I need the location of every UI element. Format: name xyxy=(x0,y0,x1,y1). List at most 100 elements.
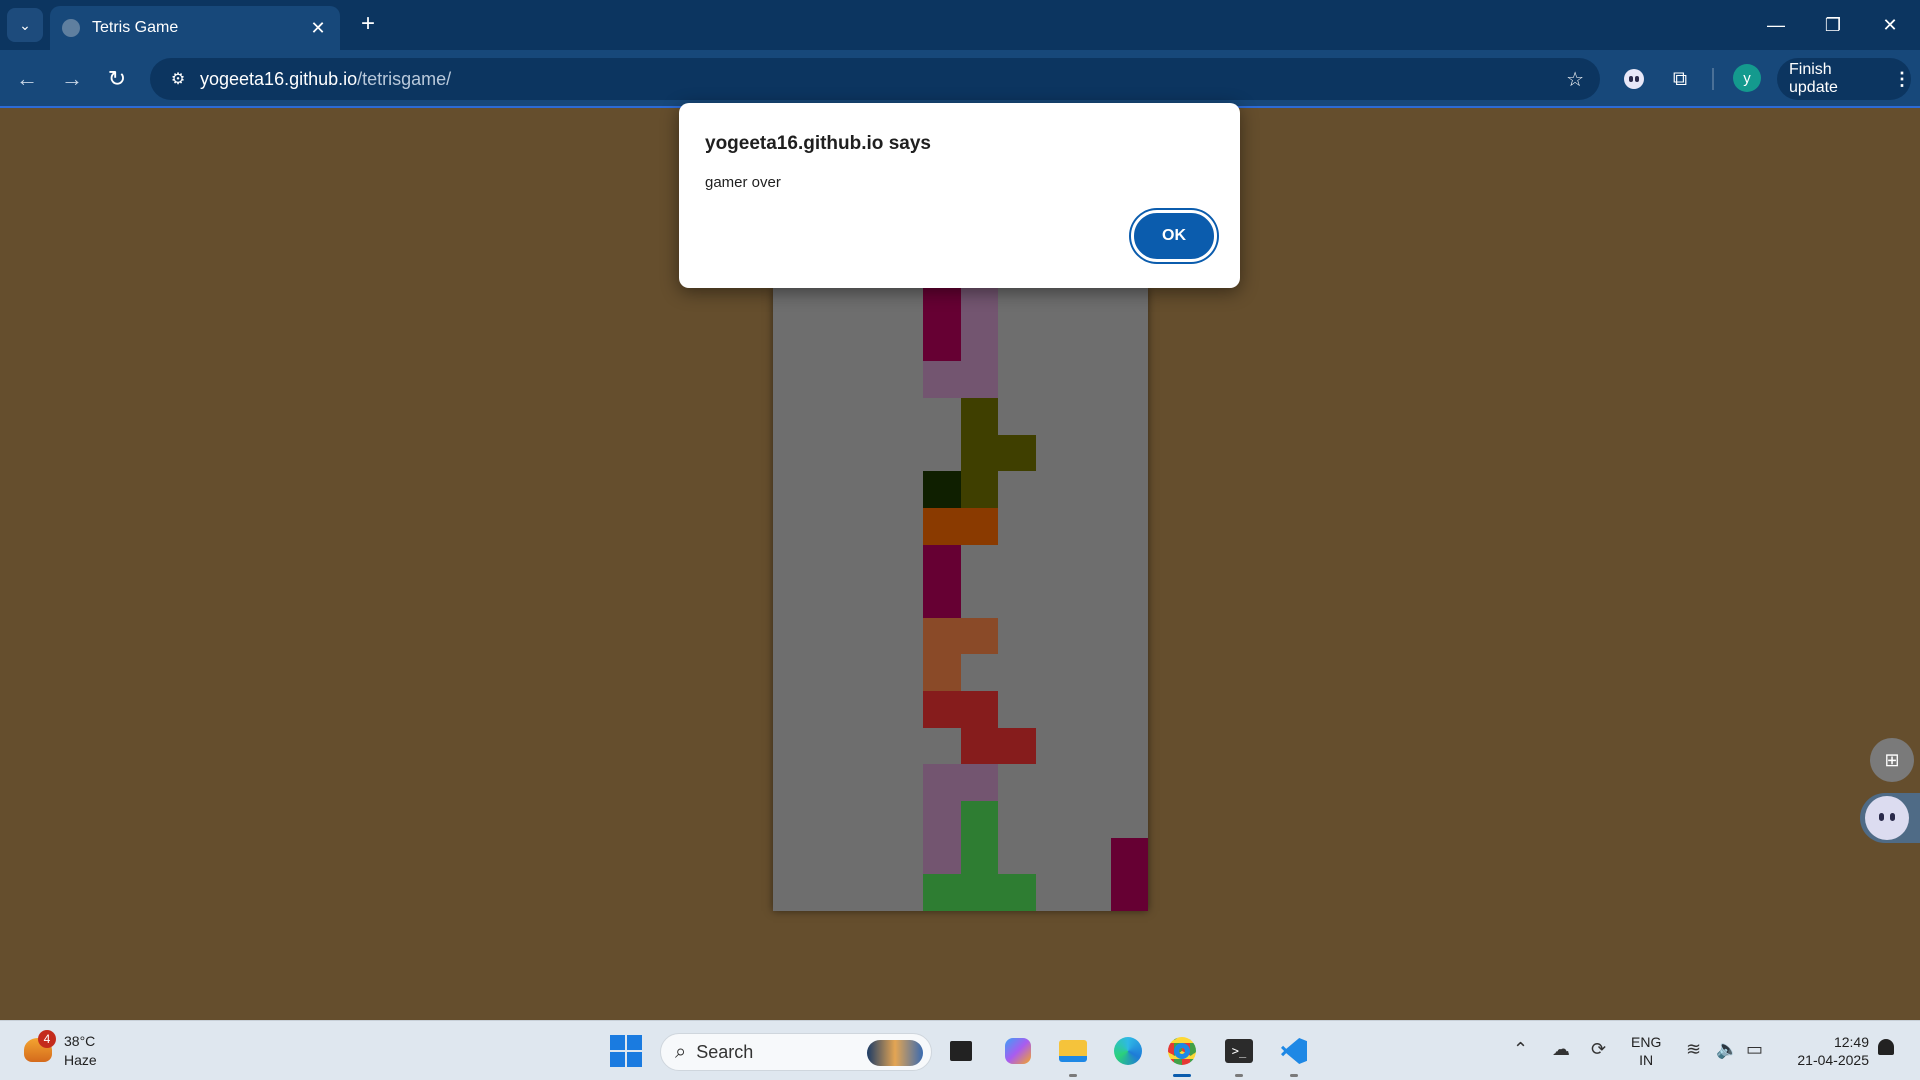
tetris-block xyxy=(960,288,998,325)
tetris-block xyxy=(923,874,961,911)
ok-button[interactable]: OK xyxy=(1131,210,1217,262)
onedrive-icon[interactable]: ☁ xyxy=(1552,1039,1570,1060)
tetris-block xyxy=(923,288,961,325)
task-view-button[interactable] xyxy=(943,1033,979,1069)
tetris-block xyxy=(960,434,998,472)
search-placeholder: Search xyxy=(696,1041,754,1062)
notification-bell-icon[interactable] xyxy=(1878,1039,1898,1059)
system-clock[interactable]: 12:49 21-04-2025 xyxy=(1785,1033,1869,1069)
battery-icon[interactable]: ▭ xyxy=(1746,1039,1763,1060)
tetris-block xyxy=(960,764,998,802)
windows-logo-tile xyxy=(610,1052,625,1067)
taskbar-search[interactable]: ⌕ Search xyxy=(660,1033,932,1071)
forward-button[interactable]: → xyxy=(55,62,89,96)
dialog-message: gamer over xyxy=(705,174,781,191)
clock-date: 21-04-2025 xyxy=(1797,1052,1869,1068)
active-indicator xyxy=(1173,1074,1191,1077)
file-explorer-app[interactable] xyxy=(1055,1033,1091,1077)
browser-titlebar: ⌄ Tetris Game ✕ + — ❐ ✕ xyxy=(0,0,1920,50)
finish-update-button[interactable]: Finish update ⋮ xyxy=(1777,58,1911,100)
tetris-block xyxy=(960,324,998,362)
volume-icon[interactable]: 🔈 xyxy=(1716,1039,1738,1060)
dialog-title: yogeeta16.github.io says xyxy=(705,133,931,154)
url-text: yogeeta16.github.io/tetrisgame/ xyxy=(200,69,451,90)
copilot-icon xyxy=(1624,69,1644,89)
weather-temperature: 38°C xyxy=(64,1033,96,1049)
chevron-down-icon: ⌄ xyxy=(19,16,31,33)
tetris-block xyxy=(960,837,998,875)
bookmark-star-icon[interactable]: ☆ xyxy=(1566,67,1584,92)
browser-tab[interactable]: Tetris Game ✕ xyxy=(50,6,340,50)
tetris-block xyxy=(923,581,961,618)
running-indicator xyxy=(1290,1074,1298,1077)
minimize-icon: — xyxy=(1767,14,1785,35)
weather-badge: 4 xyxy=(38,1030,56,1048)
restore-button[interactable]: ❐ xyxy=(1813,8,1853,42)
close-icon: ✕ xyxy=(1882,14,1898,35)
language-code: ENG xyxy=(1631,1034,1662,1050)
tetris-block xyxy=(960,617,998,655)
search-highlight-image xyxy=(867,1040,923,1066)
browser-toolbar: ← → ↻ ⚙ yogeeta16.github.io/tetrisgame/ … xyxy=(0,50,1920,108)
tetris-block xyxy=(960,801,998,838)
tetris-block xyxy=(923,617,961,655)
edge-app[interactable] xyxy=(1110,1033,1146,1069)
region-code: IN xyxy=(1639,1052,1654,1068)
close-window-button[interactable]: ✕ xyxy=(1870,8,1910,42)
new-tab-button[interactable]: + xyxy=(354,10,382,38)
tetris-board xyxy=(773,288,1148,911)
arrow-left-icon: ← xyxy=(16,66,38,91)
tetris-block xyxy=(923,764,961,802)
copilot-float-icon[interactable] xyxy=(1865,796,1909,840)
side-panel-button[interactable]: ⊞ xyxy=(1870,738,1914,782)
reload-icon: ↻ xyxy=(107,66,127,91)
finish-update-label: Finish update xyxy=(1789,61,1838,96)
tetris-block xyxy=(998,434,1036,472)
windows-taskbar: 4 38°C Haze ⌕ Search >_ ⌃ ☁ ⟳ ENG IN ≋ 🔈… xyxy=(0,1020,1920,1080)
reload-button[interactable]: ↻ xyxy=(100,62,134,96)
edge-icon xyxy=(1114,1037,1142,1065)
extensions-button[interactable]: ⧉ xyxy=(1664,63,1696,95)
search-icon: ⌕ xyxy=(675,1040,687,1063)
puzzle-icon: ⧉ xyxy=(1672,67,1688,90)
tetris-block xyxy=(923,837,961,875)
minimize-button[interactable]: — xyxy=(1756,8,1796,42)
tetris-block xyxy=(923,801,961,838)
more-vert-icon: ⋮ xyxy=(1893,68,1911,89)
copilot-icon xyxy=(1005,1038,1031,1064)
tetris-block xyxy=(960,691,998,728)
tetris-block xyxy=(960,471,998,508)
wifi-icon[interactable]: ≋ xyxy=(1686,1039,1701,1060)
sync-icon[interactable]: ⟳ xyxy=(1591,1039,1606,1060)
grid-icon: ⊞ xyxy=(1884,749,1900,770)
chevron-up-icon[interactable]: ⌃ xyxy=(1513,1039,1528,1060)
restore-icon: ❐ xyxy=(1824,14,1842,35)
weather-condition: Haze xyxy=(64,1052,97,1068)
site-info-icon[interactable]: ⚙ xyxy=(156,69,200,89)
windows-logo-tile xyxy=(627,1035,642,1050)
weather-widget[interactable]: 4 38°C Haze xyxy=(20,1030,140,1072)
profile-avatar[interactable]: y xyxy=(1733,64,1761,92)
tetris-block xyxy=(960,361,998,398)
tetris-block xyxy=(960,874,998,911)
copilot-app[interactable] xyxy=(1000,1033,1036,1069)
clock-time: 12:49 xyxy=(1833,1034,1869,1050)
arrow-right-icon: → xyxy=(61,66,83,91)
tetris-block xyxy=(923,544,961,582)
back-button[interactable]: ← xyxy=(10,62,44,96)
terminal-app[interactable]: >_ xyxy=(1221,1033,1257,1077)
tetris-block xyxy=(998,727,1036,765)
vscode-app[interactable] xyxy=(1276,1033,1312,1077)
terminal-icon: >_ xyxy=(1225,1039,1253,1063)
language-indicator[interactable]: ENG IN xyxy=(1631,1033,1661,1069)
bell-shape xyxy=(1878,1039,1894,1055)
address-bar[interactable]: ⚙ yogeeta16.github.io/tetrisgame/ ☆ xyxy=(150,58,1600,100)
copilot-extension-button[interactable] xyxy=(1618,63,1650,95)
tab-search-button[interactable]: ⌄ xyxy=(7,8,43,42)
chrome-app[interactable] xyxy=(1164,1033,1200,1077)
windows-logo-icon xyxy=(610,1035,625,1050)
start-button[interactable] xyxy=(610,1035,642,1067)
tetris-block xyxy=(1110,874,1148,911)
alert-dialog: yogeeta16.github.io says gamer over OK xyxy=(679,103,1240,288)
close-icon[interactable]: ✕ xyxy=(308,18,328,39)
